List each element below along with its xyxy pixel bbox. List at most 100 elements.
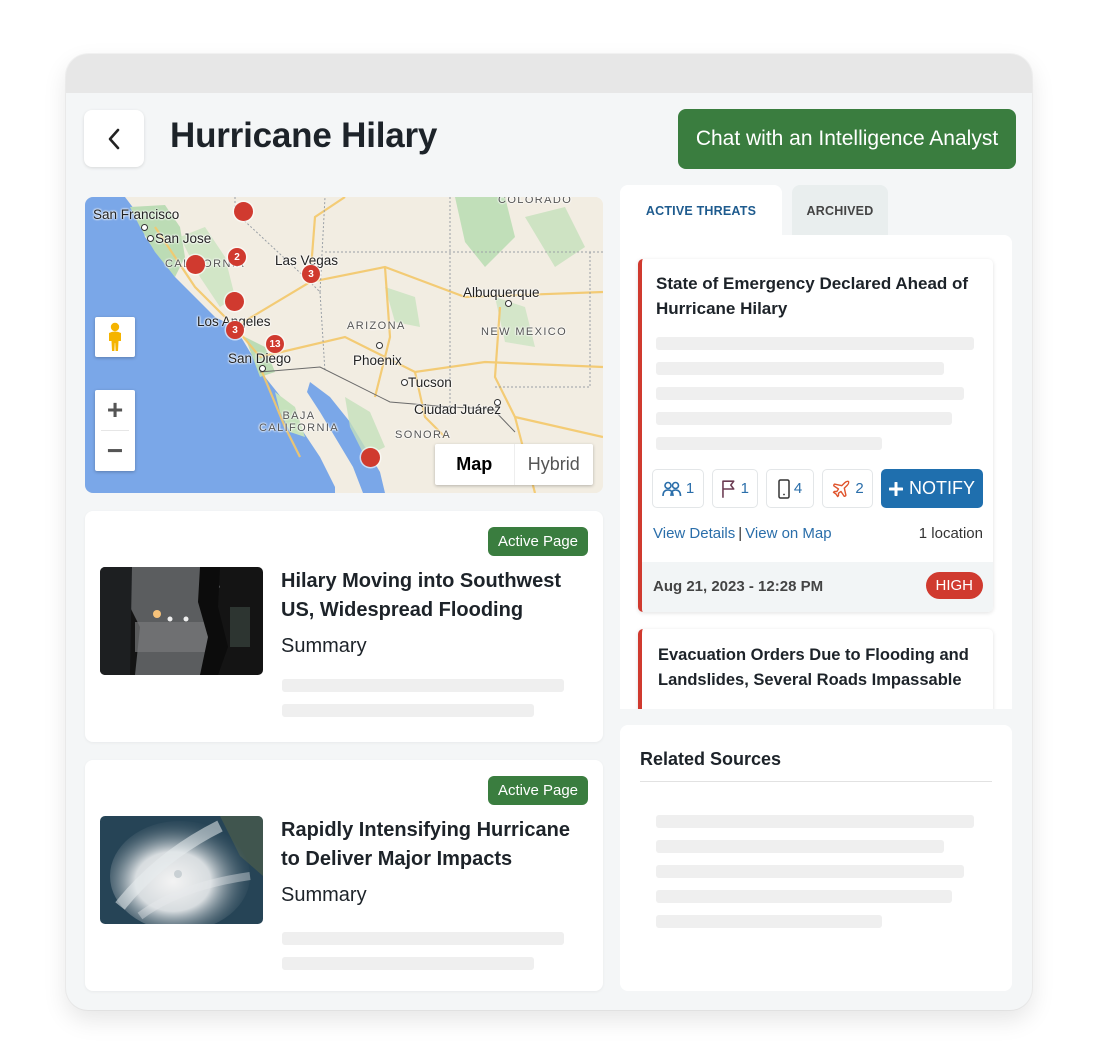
map-label-arizona: ARIZONA (347, 320, 406, 332)
window-title-bar (66, 54, 1032, 93)
plus-icon (889, 481, 903, 496)
skeleton-line (656, 890, 952, 903)
skeleton-line (656, 412, 952, 425)
map-type-toggle: Map Hybrid (435, 444, 593, 485)
zoom-out-button[interactable]: − (95, 431, 135, 471)
map-marker-cluster[interactable]: 3 (226, 321, 244, 339)
city-dot (505, 300, 512, 307)
map-label-albuquerque: Albuquerque (463, 285, 540, 300)
city-dot (494, 399, 501, 406)
back-button[interactable] (84, 110, 144, 167)
airplane-icon (833, 480, 850, 497)
tab-archived[interactable]: ARCHIVED (792, 185, 888, 237)
news-title[interactable]: Rapidly Intensifying Hurricane to Delive… (281, 816, 581, 874)
app-window: Hurricane Hilary Chat with an Intelligen… (66, 54, 1032, 1010)
flag-count: 1 (740, 480, 749, 497)
skeleton-line (282, 932, 564, 945)
threat-footer: Aug 21, 2023 - 12:28 PM HIGH (642, 562, 993, 612)
device-count-button[interactable]: 4 (766, 469, 814, 508)
flag-icon (722, 479, 735, 498)
map-label-phoenix: Phoenix (353, 353, 402, 368)
news-thumbnail-hurricane (100, 816, 263, 924)
active-page-badge: Active Page (487, 527, 588, 556)
news-card[interactable]: Active Page Hilary Moving into Southwest… (85, 511, 603, 742)
news-summary-label: Summary (281, 635, 367, 657)
skeleton-line (656, 815, 974, 828)
view-details-link[interactable]: View Details (653, 525, 735, 542)
map-marker[interactable] (234, 202, 253, 221)
skeleton-line (656, 915, 882, 928)
related-sources-title: Related Sources (640, 749, 782, 769)
active-threats-panel: State of Emergency Declared Ahead of Hur… (620, 235, 1012, 709)
map-zoom-control: + − (95, 390, 135, 471)
divider (640, 781, 992, 782)
flag-count-button[interactable]: 1 (712, 469, 758, 508)
chat-with-analyst-button[interactable]: Chat with an Intelligence Analyst (678, 109, 1016, 169)
city-dot (259, 365, 266, 372)
map-marker[interactable] (225, 292, 244, 311)
map-marker-cluster[interactable]: 13 (266, 335, 284, 353)
map-marker[interactable] (361, 448, 380, 467)
skeleton-line (282, 679, 564, 692)
skeleton-line (656, 865, 964, 878)
map-marker-cluster[interactable]: 3 (302, 265, 320, 283)
news-title[interactable]: Hilary Moving into Southwest US, Widespr… (281, 567, 581, 625)
map-label-san-diego: San Diego (228, 351, 292, 366)
news-card[interactable]: Active Page Rapidly Intensifying Hurrica… (85, 760, 603, 991)
active-page-badge: Active Page (487, 776, 588, 805)
news-thumbnail-flooding (100, 567, 263, 675)
location-count: 1 location (918, 525, 983, 542)
map-marker-cluster[interactable]: 2 (228, 248, 246, 266)
map-marker[interactable] (186, 255, 205, 274)
skeleton-line (282, 704, 534, 717)
severity-badge: HIGH (925, 572, 983, 599)
map-label-new-mexico: NEW MEXICO (481, 326, 568, 338)
skeleton-line (656, 840, 944, 853)
threat-stats-row: 1 1 4 2 NOTIFY (652, 469, 983, 508)
tab-active-threats[interactable]: ACTIVE THREATS (620, 185, 782, 237)
skeleton-line (656, 337, 974, 350)
travel-count: 2 (855, 480, 864, 497)
map-label-san-jose: San Jose (155, 231, 212, 246)
threat-title[interactable]: Evacuation Orders Due to Flooding and La… (658, 643, 988, 693)
people-icon (662, 481, 682, 496)
threat-links: View Details | View on Map (653, 525, 832, 542)
related-sources-panel: Related Sources (620, 725, 1012, 991)
mobile-phone-icon (778, 478, 790, 499)
city-dot (376, 342, 383, 349)
map-label-tucson: Tucson (408, 375, 452, 390)
travel-count-button[interactable]: 2 (822, 469, 873, 508)
threat-map[interactable]: San Francisco San Jose CALIFORNIA Las Ve… (85, 197, 603, 493)
people-count: 1 (685, 480, 695, 497)
notify-label: NOTIFY (909, 478, 975, 498)
map-label-ciudad-juarez: Ciudad Juárez (414, 402, 502, 417)
map-label-colorado: COLORADO (498, 197, 573, 206)
map-label-san-francisco: San Francisco (93, 207, 180, 222)
city-dot (401, 379, 408, 386)
map-type-hybrid[interactable]: Hybrid (515, 444, 594, 485)
link-separator: | (738, 525, 743, 542)
city-dot (147, 235, 154, 242)
threat-card[interactable]: State of Emergency Declared Ahead of Hur… (638, 259, 993, 612)
notify-button[interactable]: NOTIFY (881, 469, 983, 508)
view-on-map-link[interactable]: View on Map (745, 525, 831, 542)
pegman-icon (109, 322, 121, 351)
map-label-baja-california: BAJA CALIFORNIA (259, 410, 340, 434)
threat-card[interactable]: Evacuation Orders Due to Flooding and La… (638, 629, 993, 709)
threat-title[interactable]: State of Emergency Declared Ahead of Hur… (656, 271, 986, 321)
skeleton-line (656, 437, 882, 450)
device-count: 4 (793, 480, 803, 497)
map-type-map[interactable]: Map (435, 444, 515, 485)
threat-date: Aug 21, 2023 - 12:28 PM (653, 578, 824, 595)
people-count-button[interactable]: 1 (652, 469, 704, 508)
skeleton-line (656, 387, 964, 400)
map-label-sonora: SONORA (395, 429, 452, 441)
page-title: Hurricane Hilary (170, 116, 438, 155)
news-summary-label: Summary (281, 884, 367, 906)
chevron-left-icon (108, 128, 120, 149)
street-view-button[interactable] (95, 317, 135, 357)
city-dot (141, 224, 148, 231)
zoom-in-button[interactable]: + (95, 390, 135, 430)
skeleton-line (656, 362, 944, 375)
skeleton-line (282, 957, 534, 970)
